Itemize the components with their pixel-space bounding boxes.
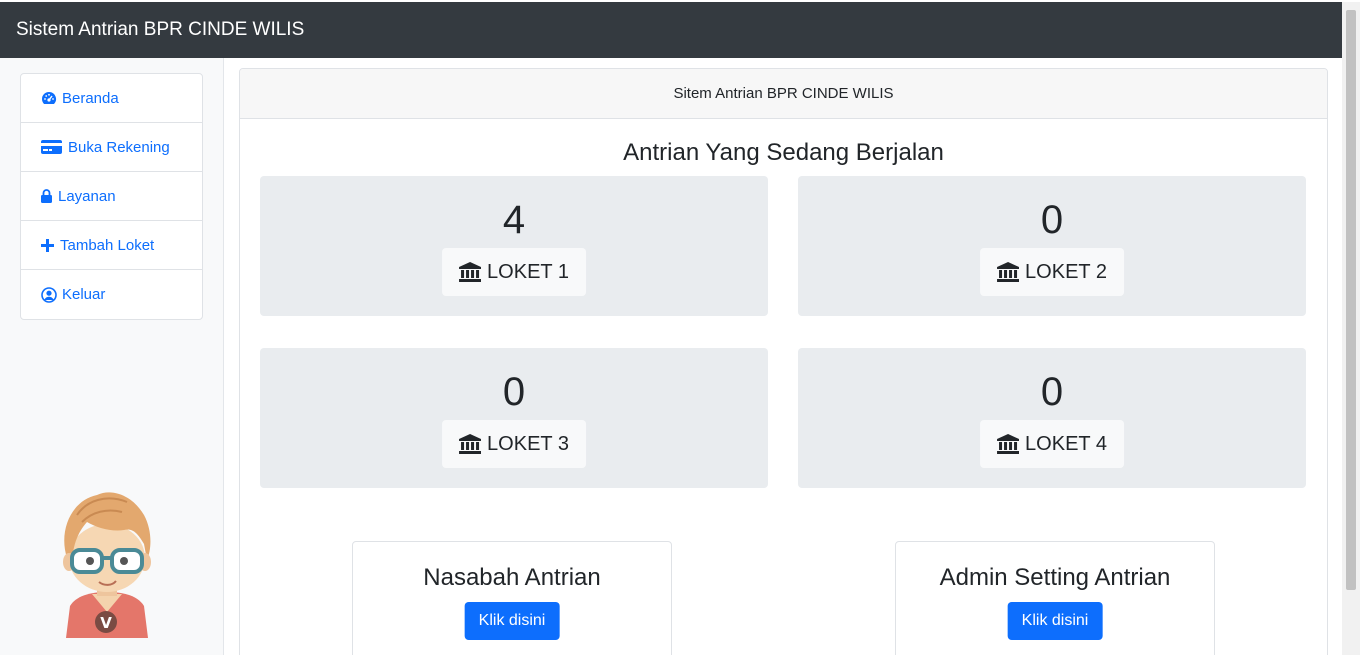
loket-label: LOKET 4 — [1025, 432, 1107, 455]
svg-text:V: V — [100, 614, 112, 632]
sidebar-item-keluar[interactable]: Keluar — [21, 270, 202, 319]
sidebar-item-layanan[interactable]: Layanan — [21, 172, 202, 221]
admin-setting-box: Admin Setting Antrian Klik disini — [895, 541, 1215, 655]
loket-label: LOKET 2 — [1025, 260, 1107, 283]
loket-label: LOKET 3 — [487, 432, 569, 455]
queue-number: 0 — [502, 370, 526, 414]
sidebar-item-tambah-loket[interactable]: Tambah Loket — [21, 221, 202, 270]
nasabah-klik-button[interactable]: Klik disini — [464, 602, 560, 640]
loket-panel-2: 0 LOKET 2 — [798, 176, 1306, 316]
sidebar: Beranda Buka Rekening Layanan Tambah Lok… — [0, 58, 224, 655]
sidebar-item-buka-rekening[interactable]: Buka Rekening — [21, 123, 202, 172]
navbar: Sistem Antrian BPR CINDE WILIS — [0, 2, 1342, 58]
queue-number: 4 — [502, 198, 526, 242]
section-title: Antrian Yang Sedang Berjalan — [623, 139, 944, 166]
sidebar-item-label: Layanan — [58, 187, 116, 205]
loket-badge: LOKET 4 — [980, 420, 1124, 468]
scrollbar[interactable] — [1342, 2, 1360, 655]
loket-label: LOKET 1 — [487, 260, 569, 283]
bank-icon — [459, 262, 482, 282]
loket-badge: LOKET 2 — [980, 248, 1124, 296]
card-header: Sitem Antrian BPR CINDE WILIS — [240, 69, 1327, 119]
loket-panel-4: 0 LOKET 4 — [798, 348, 1306, 488]
bank-icon — [997, 434, 1020, 454]
nasabah-antrian-box: Nasabah Antrian Klik disini — [352, 541, 672, 655]
sidebar-item-label: Tambah Loket — [60, 236, 155, 254]
bank-icon — [459, 434, 482, 454]
loket-panel-1: 4 LOKET 1 — [260, 176, 768, 316]
sidebar-menu: Beranda Buka Rekening Layanan Tambah Lok… — [20, 73, 203, 320]
plus-icon — [41, 238, 57, 252]
box-title: Admin Setting Antrian — [939, 564, 1171, 591]
dashboard-icon — [41, 91, 59, 105]
loket-panel-3: 0 LOKET 3 — [260, 348, 768, 488]
credit-card-icon — [41, 140, 65, 154]
sidebar-item-label: Buka Rekening — [68, 138, 170, 156]
loket-badge: LOKET 1 — [442, 248, 586, 296]
queue-number: 0 — [1040, 198, 1064, 242]
queue-number: 0 — [1040, 370, 1064, 414]
sidebar-item-beranda[interactable]: Beranda — [21, 74, 202, 123]
sidebar-item-label: Keluar — [62, 286, 106, 303]
main-card: Sitem Antrian BPR CINDE WILIS Antrian Ya… — [239, 68, 1328, 655]
lock-icon — [41, 189, 55, 203]
bank-icon — [997, 262, 1020, 282]
user-circle-icon — [41, 286, 59, 303]
admin-klik-button[interactable]: Klik disini — [1007, 602, 1103, 640]
scrollbar-thumb[interactable] — [1346, 10, 1356, 590]
box-title: Nasabah Antrian — [423, 564, 601, 591]
navbar-brand[interactable]: Sistem Antrian BPR CINDE WILIS — [16, 19, 304, 41]
avatar-illustration: V — [63, 492, 151, 638]
loket-badge: LOKET 3 — [442, 420, 586, 468]
sidebar-item-label: Beranda — [62, 89, 119, 107]
